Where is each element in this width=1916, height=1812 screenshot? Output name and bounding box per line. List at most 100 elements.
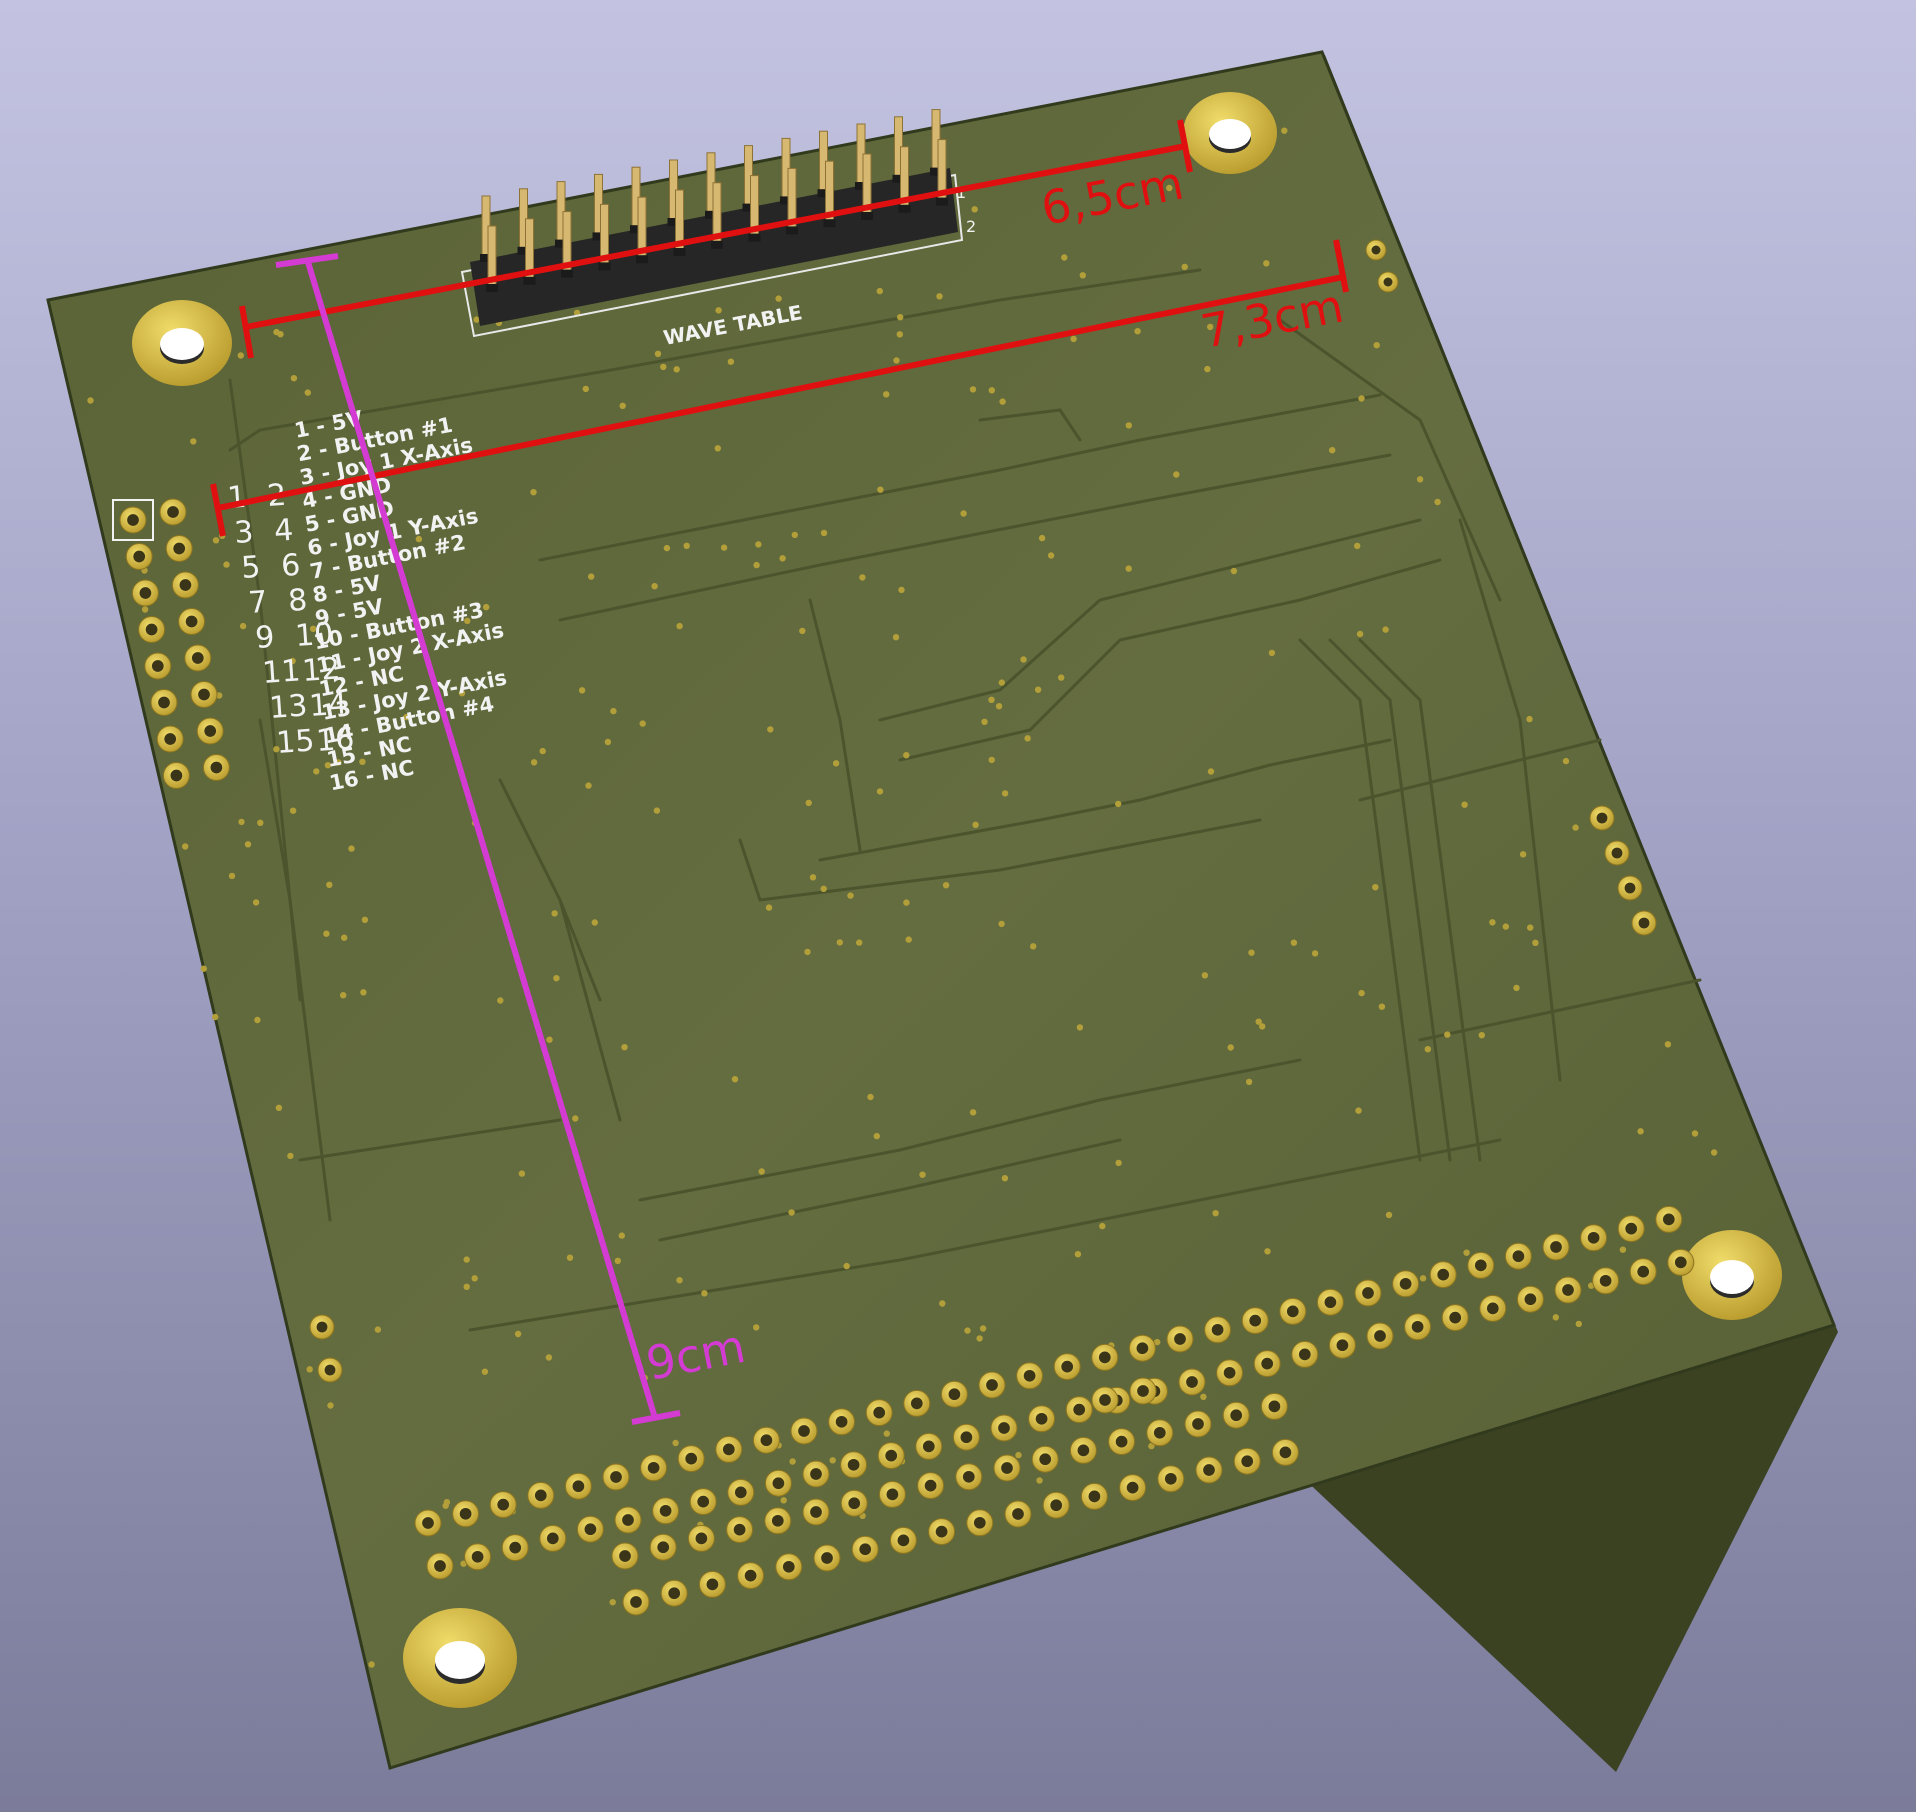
isa-pad bbox=[527, 1481, 555, 1509]
via bbox=[578, 687, 586, 694]
isa-pad bbox=[993, 1454, 1021, 1482]
header-pad bbox=[138, 616, 166, 643]
via bbox=[313, 768, 320, 775]
isa-pad bbox=[840, 1489, 868, 1517]
side-pad bbox=[317, 1357, 343, 1383]
via bbox=[1034, 686, 1042, 693]
via bbox=[1385, 1211, 1393, 1219]
isa-pad bbox=[813, 1544, 841, 1572]
isa-pad bbox=[802, 1498, 830, 1526]
via bbox=[1358, 395, 1365, 402]
via bbox=[867, 1093, 874, 1101]
header-pad bbox=[144, 652, 172, 680]
mounting-hole-bottom-left bbox=[403, 1608, 517, 1708]
isa-pad bbox=[1542, 1233, 1570, 1261]
via bbox=[1519, 851, 1527, 858]
via bbox=[979, 1325, 987, 1332]
pin-grid-number: 6 bbox=[280, 548, 301, 584]
via bbox=[1036, 1477, 1043, 1484]
via bbox=[530, 489, 537, 496]
isa-pad bbox=[727, 1478, 755, 1506]
via bbox=[1263, 260, 1270, 267]
via bbox=[1444, 1031, 1451, 1038]
via bbox=[442, 1502, 449, 1509]
via bbox=[546, 1036, 553, 1043]
via bbox=[805, 799, 812, 807]
via bbox=[1355, 1107, 1362, 1114]
via bbox=[1290, 939, 1298, 946]
isa-pad bbox=[851, 1535, 879, 1563]
via bbox=[306, 1366, 313, 1373]
pin-grid-number: 1 bbox=[226, 480, 247, 516]
isa-pad bbox=[1042, 1491, 1070, 1519]
isa-pad bbox=[1467, 1251, 1495, 1279]
header-pad bbox=[125, 543, 153, 570]
header-pad bbox=[178, 608, 206, 635]
via bbox=[731, 1076, 739, 1083]
via bbox=[1173, 471, 1180, 478]
isa-pad bbox=[715, 1435, 743, 1463]
via bbox=[1513, 984, 1520, 992]
via bbox=[1207, 768, 1215, 775]
isa-pad bbox=[1667, 1248, 1695, 1276]
via bbox=[1001, 1175, 1009, 1182]
via bbox=[1248, 949, 1255, 956]
via bbox=[836, 939, 843, 946]
header-pad bbox=[156, 725, 184, 753]
via bbox=[618, 1232, 625, 1239]
via bbox=[289, 807, 297, 814]
isa-pad bbox=[464, 1543, 492, 1571]
pin-grid-number: 9 bbox=[254, 620, 275, 656]
isa-pad bbox=[1119, 1474, 1147, 1502]
via bbox=[1115, 1159, 1122, 1167]
isa-pad bbox=[1166, 1325, 1194, 1353]
via bbox=[780, 1497, 787, 1504]
isa-pad bbox=[1204, 1316, 1232, 1344]
via bbox=[1020, 656, 1027, 663]
header-pad bbox=[119, 506, 147, 534]
isa-pad bbox=[1354, 1279, 1382, 1307]
via bbox=[727, 358, 735, 365]
isa-pad bbox=[1617, 1215, 1645, 1243]
via bbox=[753, 1324, 760, 1331]
via bbox=[1015, 1451, 1022, 1459]
header-pin-2-label: 2 bbox=[966, 217, 976, 236]
isa-pad bbox=[1091, 1386, 1119, 1414]
isa-pad bbox=[1004, 1500, 1032, 1528]
via bbox=[1461, 801, 1468, 808]
via bbox=[898, 586, 905, 594]
isa-pad bbox=[889, 1526, 917, 1554]
pcb-render: WAVE TABLE 1 2 12345678910111213141516 1… bbox=[46, 50, 1838, 1772]
pin-grid-number: 8 bbox=[287, 583, 308, 619]
via bbox=[639, 720, 646, 727]
via bbox=[1245, 1078, 1253, 1086]
via bbox=[1264, 1248, 1271, 1255]
via bbox=[275, 1104, 283, 1112]
via bbox=[1354, 542, 1361, 550]
via bbox=[883, 391, 890, 398]
isa-pad bbox=[978, 1371, 1006, 1399]
side-pad bbox=[1604, 840, 1630, 866]
via bbox=[591, 919, 598, 926]
isa-pad bbox=[764, 1469, 792, 1497]
via bbox=[988, 756, 995, 764]
isa-pad bbox=[640, 1454, 668, 1482]
isa-pad bbox=[1128, 1334, 1156, 1362]
isa-pad bbox=[1328, 1331, 1356, 1359]
via bbox=[1572, 824, 1579, 831]
via bbox=[566, 1254, 574, 1261]
via bbox=[237, 352, 244, 359]
via bbox=[609, 1599, 616, 1606]
isa-pad bbox=[917, 1472, 945, 1500]
isa-pad bbox=[1580, 1224, 1608, 1252]
via bbox=[553, 975, 560, 982]
isa-pad bbox=[1253, 1350, 1281, 1378]
via bbox=[252, 899, 260, 906]
via bbox=[903, 752, 910, 759]
isa-pad bbox=[539, 1524, 567, 1552]
via bbox=[1552, 1314, 1560, 1321]
via bbox=[1115, 800, 1122, 808]
isa-pad bbox=[614, 1506, 642, 1534]
isa-pad bbox=[489, 1491, 517, 1519]
isa-pad bbox=[698, 1570, 726, 1598]
